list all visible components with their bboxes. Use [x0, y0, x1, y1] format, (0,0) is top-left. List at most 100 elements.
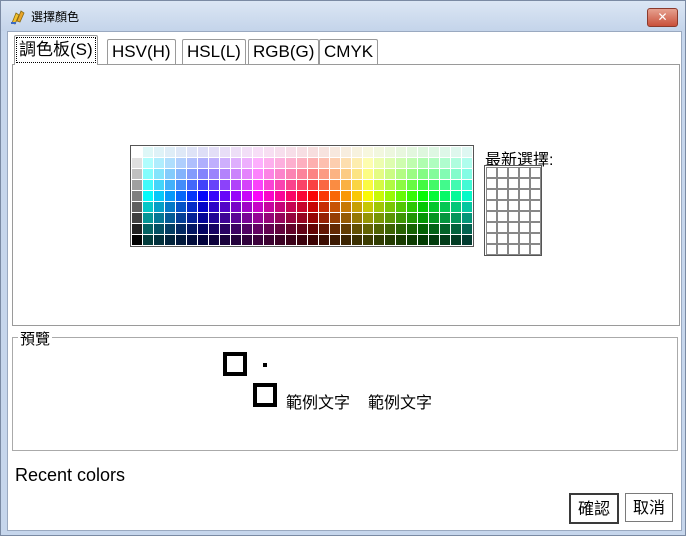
palette-swatch[interactable] — [462, 180, 472, 190]
palette-swatch[interactable] — [297, 158, 307, 168]
palette-swatch[interactable] — [264, 191, 274, 201]
palette-swatch[interactable] — [407, 147, 417, 157]
palette-swatch[interactable] — [451, 147, 461, 157]
palette-swatch[interactable] — [374, 224, 384, 234]
palette-swatch[interactable] — [275, 147, 285, 157]
palette-swatch[interactable] — [132, 202, 142, 212]
title-bar[interactable]: 選擇顏色 ✕ — [1, 1, 685, 31]
palette-swatch[interactable] — [231, 224, 241, 234]
recent-swatch[interactable] — [519, 167, 530, 178]
palette-swatch[interactable] — [264, 202, 274, 212]
palette-swatch[interactable] — [363, 147, 373, 157]
palette-swatch[interactable] — [429, 147, 439, 157]
palette-swatch[interactable] — [143, 147, 153, 157]
palette-swatch[interactable] — [330, 169, 340, 179]
palette-swatch[interactable] — [176, 158, 186, 168]
palette-swatch[interactable] — [253, 147, 263, 157]
palette-swatch[interactable] — [319, 224, 329, 234]
palette-swatch[interactable] — [286, 213, 296, 223]
palette-swatch[interactable] — [275, 191, 285, 201]
palette-swatch[interactable] — [352, 180, 362, 190]
palette-swatch[interactable] — [220, 180, 230, 190]
palette-swatch[interactable] — [165, 169, 175, 179]
palette-swatch[interactable] — [429, 158, 439, 168]
palette-swatch[interactable] — [231, 147, 241, 157]
palette-swatch[interactable] — [418, 158, 428, 168]
recent-swatch[interactable] — [530, 189, 541, 200]
recent-swatch[interactable] — [497, 211, 508, 222]
recent-swatch[interactable] — [508, 178, 519, 189]
palette-swatch[interactable] — [286, 158, 296, 168]
palette-swatch[interactable] — [341, 191, 351, 201]
palette-swatch[interactable] — [418, 235, 428, 245]
palette-swatch[interactable] — [363, 202, 373, 212]
recent-swatch[interactable] — [530, 167, 541, 178]
palette-swatch[interactable] — [440, 224, 450, 234]
palette-swatch[interactable] — [429, 180, 439, 190]
recent-swatch[interactable] — [508, 167, 519, 178]
palette-swatch[interactable] — [396, 224, 406, 234]
palette-swatch[interactable] — [187, 147, 197, 157]
palette-swatch[interactable] — [176, 202, 186, 212]
palette-swatch[interactable] — [462, 158, 472, 168]
palette-swatch[interactable] — [385, 224, 395, 234]
palette-swatch[interactable] — [451, 191, 461, 201]
palette-swatch[interactable] — [440, 202, 450, 212]
palette-swatch[interactable] — [132, 180, 142, 190]
recent-swatch[interactable] — [530, 200, 541, 211]
palette-swatch[interactable] — [319, 169, 329, 179]
palette-swatch[interactable] — [308, 169, 318, 179]
palette-swatch[interactable] — [275, 180, 285, 190]
palette-swatch[interactable] — [385, 191, 395, 201]
palette-swatch[interactable] — [297, 235, 307, 245]
palette-swatch[interactable] — [429, 213, 439, 223]
palette-swatch[interactable] — [429, 235, 439, 245]
palette-swatch[interactable] — [264, 213, 274, 223]
palette-swatch[interactable] — [143, 180, 153, 190]
palette-swatch[interactable] — [220, 169, 230, 179]
palette-swatch[interactable] — [198, 180, 208, 190]
palette-swatch[interactable] — [165, 147, 175, 157]
palette-swatch[interactable] — [451, 180, 461, 190]
palette-swatch[interactable] — [231, 235, 241, 245]
palette-swatch[interactable] — [253, 169, 263, 179]
palette-swatch[interactable] — [242, 235, 252, 245]
palette-swatch[interactable] — [132, 213, 142, 223]
palette-swatch[interactable] — [319, 180, 329, 190]
palette-swatch[interactable] — [462, 169, 472, 179]
palette-swatch[interactable] — [231, 180, 241, 190]
palette-swatch[interactable] — [132, 224, 142, 234]
recent-swatch[interactable] — [519, 178, 530, 189]
palette-swatch[interactable] — [176, 235, 186, 245]
palette-swatch[interactable] — [253, 224, 263, 234]
recent-swatch[interactable] — [486, 178, 497, 189]
palette-swatch[interactable] — [297, 213, 307, 223]
recent-swatch[interactable] — [508, 200, 519, 211]
palette-swatch[interactable] — [385, 180, 395, 190]
palette-swatch[interactable] — [253, 235, 263, 245]
palette-swatch[interactable] — [209, 158, 219, 168]
palette-swatch[interactable] — [132, 147, 142, 157]
palette-swatch[interactable] — [209, 191, 219, 201]
palette-swatch[interactable] — [341, 147, 351, 157]
palette-swatch[interactable] — [308, 235, 318, 245]
palette-swatch[interactable] — [440, 169, 450, 179]
palette-swatch[interactable] — [220, 191, 230, 201]
palette-swatch[interactable] — [198, 213, 208, 223]
palette-swatch[interactable] — [363, 169, 373, 179]
palette-swatch[interactable] — [264, 224, 274, 234]
palette-swatch[interactable] — [187, 213, 197, 223]
palette-swatch[interactable] — [330, 235, 340, 245]
palette-swatch[interactable] — [242, 147, 252, 157]
palette-swatch[interactable] — [198, 158, 208, 168]
palette-swatch[interactable] — [154, 202, 164, 212]
palette-swatch[interactable] — [220, 213, 230, 223]
palette-swatch[interactable] — [418, 224, 428, 234]
palette-swatch[interactable] — [308, 224, 318, 234]
palette-swatch[interactable] — [297, 147, 307, 157]
palette-swatch[interactable] — [363, 224, 373, 234]
palette-swatch[interactable] — [275, 202, 285, 212]
palette-swatch[interactable] — [176, 213, 186, 223]
palette-swatch[interactable] — [209, 147, 219, 157]
palette-swatch[interactable] — [451, 235, 461, 245]
